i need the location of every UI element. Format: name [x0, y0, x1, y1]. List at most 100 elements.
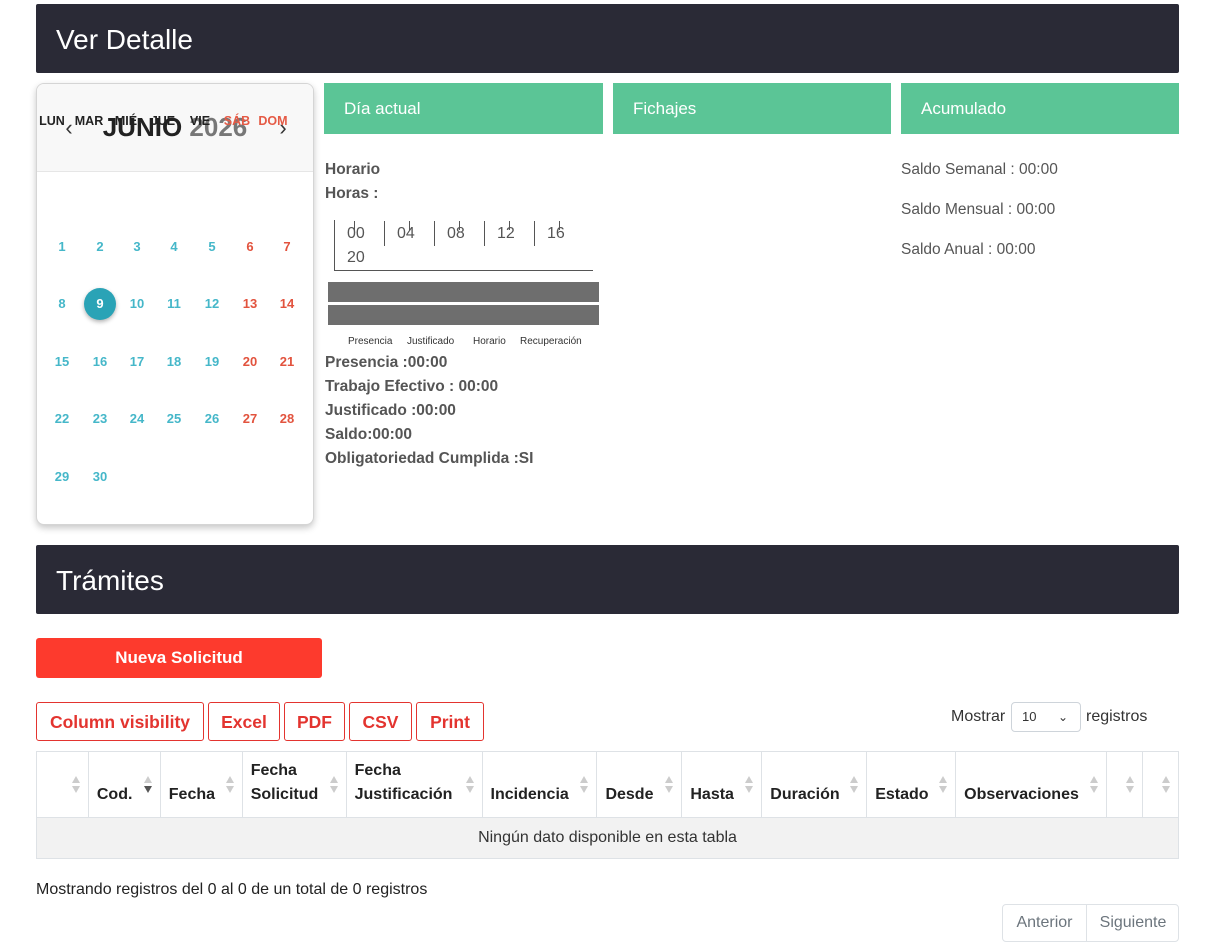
calendar-day[interactable]: 6	[234, 231, 266, 263]
effective-work-value: Trabajo Efectivo : 00:00	[325, 378, 499, 395]
column-header-label: Solicitud	[250, 786, 319, 803]
calendar-day[interactable]: 12	[196, 288, 228, 320]
calendar-day[interactable]: 19	[196, 346, 228, 378]
sort-down-icon	[329, 786, 338, 793]
timeline-tick	[434, 221, 435, 246]
column-header-label: Fecha	[354, 762, 401, 779]
sort-icon	[1125, 776, 1136, 794]
column-visibility-button[interactable]: Column visibility	[36, 702, 204, 741]
page-size-value: 10	[1022, 709, 1037, 724]
calendar-day[interactable]: 25	[158, 403, 190, 435]
column-header[interactable]: Desde	[596, 751, 683, 818]
timeline-tick-label: 04	[397, 225, 415, 242]
empty-message: Ningún dato disponible en esta tabla	[36, 817, 1179, 859]
column-header-label: Hasta	[690, 786, 734, 803]
column-header-label: Fecha	[250, 762, 297, 779]
column-header[interactable]	[1141, 751, 1180, 818]
calendar-day[interactable]: 30	[84, 461, 116, 493]
new-request-button[interactable]: Nueva Solicitud	[36, 638, 322, 678]
csv-button[interactable]: CSV	[349, 702, 412, 741]
calendar-day[interactable]: 3	[121, 231, 153, 263]
sort-icon	[329, 776, 340, 794]
print-button[interactable]: Print	[416, 702, 484, 741]
column-header[interactable]: Fecha Solicitud	[241, 751, 347, 818]
calendar-day[interactable]: 8	[46, 288, 78, 320]
sort-down-icon	[1090, 786, 1099, 793]
calendar-day[interactable]: 24	[121, 403, 153, 435]
legend-schedule: Horario	[473, 336, 506, 347]
sort-icon	[143, 776, 154, 794]
column-header-label: Duración	[770, 786, 840, 803]
calendar-day[interactable]: 28	[271, 403, 303, 435]
weekday-label: SÁB	[223, 114, 251, 128]
calendar-day[interactable]: 11	[158, 288, 190, 320]
next-page-button[interactable]: Siguiente	[1087, 905, 1179, 941]
calendar-day[interactable]: 23	[84, 403, 116, 435]
timeline-tick	[384, 221, 385, 246]
calendar-day[interactable]: 5	[196, 231, 228, 263]
column-header[interactable]: Hasta	[681, 751, 763, 818]
yearly-balance: Saldo Anual : 00:00	[901, 241, 1036, 258]
column-header[interactable]	[1106, 751, 1143, 818]
calendar-day[interactable]: 15	[46, 346, 78, 378]
column-header[interactable]: Fecha	[159, 751, 243, 818]
sort-icon	[939, 776, 949, 794]
calendar-day[interactable]: 1	[46, 231, 78, 263]
legend-recovery: Recuperación	[520, 336, 582, 347]
monthly-balance: Saldo Mensual : 00:00	[901, 201, 1056, 218]
sort-down-icon	[225, 786, 234, 793]
calendar-day[interactable]: 27	[234, 403, 266, 435]
calendar-day[interactable]: 17	[121, 346, 153, 378]
sort-down-icon	[850, 786, 859, 793]
calendar-day[interactable]: 7	[271, 231, 303, 263]
calendar-day[interactable]: 18	[158, 346, 190, 378]
table-row: Ningún dato disponible en esta tabla	[36, 817, 1179, 859]
calendar-day[interactable]: 22	[46, 403, 78, 435]
column-header[interactable]: Duración	[761, 751, 868, 818]
sort-down-icon	[665, 786, 674, 793]
timeline-tick-label: 12	[497, 225, 515, 242]
calendar-day[interactable]: 2	[84, 231, 116, 263]
column-header[interactable]: Fecha Justificación	[345, 751, 483, 818]
obligation-value: Obligatoriedad Cumplida :SI	[325, 450, 534, 467]
column-header[interactable]: Incidencia	[481, 751, 598, 818]
calendar-day[interactable]: 26	[196, 403, 228, 435]
justified-value: Justificado :00:00	[325, 402, 456, 419]
sort-down-icon	[580, 786, 589, 793]
timeline-tick-label: 00	[347, 225, 365, 242]
sort-up-icon	[665, 776, 674, 783]
calendar-day[interactable]: 9	[84, 288, 116, 320]
calendar-day[interactable]: 13	[234, 288, 266, 320]
pdf-button[interactable]: PDF	[284, 702, 345, 741]
calendar-day[interactable]: 4	[158, 231, 190, 263]
legend-presence: Presencia	[348, 336, 393, 347]
column-header-label: Incidencia	[490, 786, 569, 803]
column-header[interactable]: Cod.	[87, 751, 161, 818]
sort-icon	[745, 776, 755, 794]
show-label: Mostrar	[951, 708, 1006, 725]
calendar-day[interactable]: 29	[46, 461, 78, 493]
panel-clockings: Fichajes	[613, 83, 891, 134]
column-header[interactable]: Observaciones	[955, 751, 1108, 818]
calendar-day[interactable]: 20	[234, 346, 266, 378]
sort-icon	[580, 776, 590, 794]
previous-page-button[interactable]: Anterior	[1003, 905, 1087, 941]
column-header[interactable]	[36, 751, 89, 818]
sort-up-icon	[850, 776, 859, 783]
column-header-label: Observaciones	[964, 786, 1079, 803]
records-label: registros	[1086, 708, 1148, 725]
column-header-label: Estado	[875, 786, 929, 803]
weekday-label: MAR	[74, 114, 104, 128]
sort-up-icon	[939, 776, 948, 783]
column-header[interactable]: Estado	[866, 751, 957, 818]
excel-button[interactable]: Excel	[208, 702, 280, 741]
calendar-day[interactable]: 14	[271, 288, 303, 320]
page-size-select[interactable]: 10 ⌄	[1011, 702, 1081, 732]
calendar-day[interactable]: 21	[271, 346, 303, 378]
weekday-label: JUE	[150, 114, 176, 128]
timeline-tick-label: 16	[547, 225, 565, 242]
calendar-day[interactable]: 16	[84, 346, 116, 378]
sort-up-icon	[225, 776, 234, 783]
calendar-day[interactable]: 10	[121, 288, 153, 320]
legend-justified: Justificado	[407, 336, 455, 347]
